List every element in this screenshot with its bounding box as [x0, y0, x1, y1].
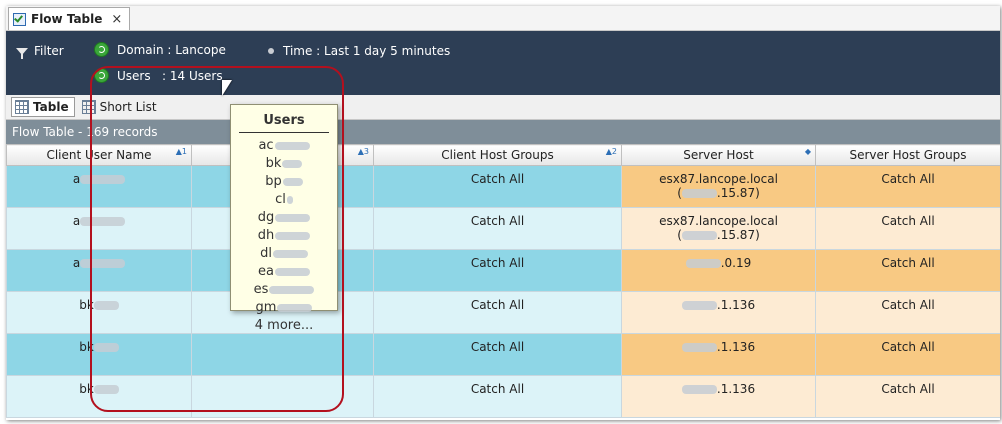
cell-client-host-group: Catch All	[373, 333, 622, 376]
server-ip-suffix: .1.136	[716, 298, 756, 312]
redacted-text	[681, 343, 717, 352]
bullet-icon	[268, 48, 274, 54]
sort-asc-icon: ▲2	[605, 147, 617, 156]
cell-server-host: esx87.lancope.local(.15.87)	[621, 207, 816, 250]
cell-server-host-group: Catch All	[815, 291, 1000, 334]
user-name: a	[72, 172, 81, 186]
refresh-icon	[94, 42, 109, 57]
server-ip-suffix: .0.19	[720, 256, 752, 270]
filter-button[interactable]: Filter	[16, 44, 64, 59]
cell-server-host-group: Catch All	[815, 249, 1000, 292]
filter-time[interactable]: Time : Last 1 day 5 minutes	[268, 44, 450, 58]
sort-both-icon: ◆	[804, 147, 811, 156]
filter-domain-text: Domain : Lancope	[117, 42, 226, 57]
cell-client-host-group: Catch All	[373, 375, 622, 418]
user-name: a	[72, 214, 81, 228]
cell-server-host: .1.136	[621, 291, 816, 334]
filter-domain[interactable]: Domain : Lancope	[94, 42, 226, 57]
server-hostname: esx87.lancope.local	[659, 214, 778, 228]
redacted-text	[681, 301, 717, 310]
funnel-icon	[16, 47, 28, 59]
cell-client-host-group: Catch All	[373, 165, 622, 208]
cell-server-host: .0.19	[621, 249, 816, 292]
tab-title: Flow Table	[31, 12, 103, 26]
column-header-server-host[interactable]: Server Host ◆	[621, 144, 816, 166]
cell-server-host-group: Catch All	[815, 375, 1000, 418]
column-label: Client Host Groups	[441, 148, 554, 162]
redacted-text	[681, 385, 717, 394]
cell-client-host-group: Catch All	[373, 207, 622, 250]
cell-server-host-group: Catch All	[815, 165, 1000, 208]
cell-server-host: .1.136	[621, 375, 816, 418]
cell-client-host-group: Catch All	[373, 249, 622, 292]
tab-flow-table[interactable]: Flow Table ×	[8, 7, 131, 30]
cell-client-host-group: Catch All	[373, 291, 622, 334]
cell-server-host-group: Catch All	[815, 207, 1000, 250]
column-header-server-host-groups[interactable]: Server Host Groups	[815, 144, 1000, 166]
table-view-button[interactable]: Table	[11, 97, 75, 117]
table-view-label: Table	[33, 100, 69, 114]
server-hostname: esx87.lancope.local	[659, 172, 778, 186]
sort-asc-icon: ▲3	[357, 147, 369, 156]
user-name: a	[72, 256, 81, 270]
column-label: Server Host Groups	[849, 148, 967, 162]
tab-bar: Flow Table ×	[6, 6, 1000, 31]
annotation-highlight	[90, 66, 344, 412]
table-icon	[15, 100, 29, 114]
cell-server-host: .1.136	[621, 333, 816, 376]
server-ip-suffix: .1.136	[716, 340, 756, 354]
close-icon[interactable]: ×	[111, 12, 122, 27]
server-ip-suffix: .15.87)	[716, 228, 760, 242]
checkbox-icon	[13, 12, 26, 26]
filter-label: Filter	[34, 44, 64, 58]
column-header-client-host-groups[interactable]: Client Host Groups ▲2	[373, 144, 622, 166]
app-window: Flow Table × Filter Domain : Lancope Tim…	[6, 6, 1000, 420]
redacted-text	[681, 231, 717, 240]
server-ip-suffix: .1.136	[716, 382, 756, 396]
redacted-text	[681, 189, 717, 198]
filter-time-text: Time : Last 1 day 5 minutes	[283, 44, 451, 58]
column-label: Server Host	[683, 148, 754, 162]
cell-server-host: esx87.lancope.local(.15.87)	[621, 165, 816, 208]
server-ip-suffix: .15.87)	[716, 186, 760, 200]
redacted-text	[685, 259, 721, 268]
cell-server-host-group: Catch All	[815, 333, 1000, 376]
